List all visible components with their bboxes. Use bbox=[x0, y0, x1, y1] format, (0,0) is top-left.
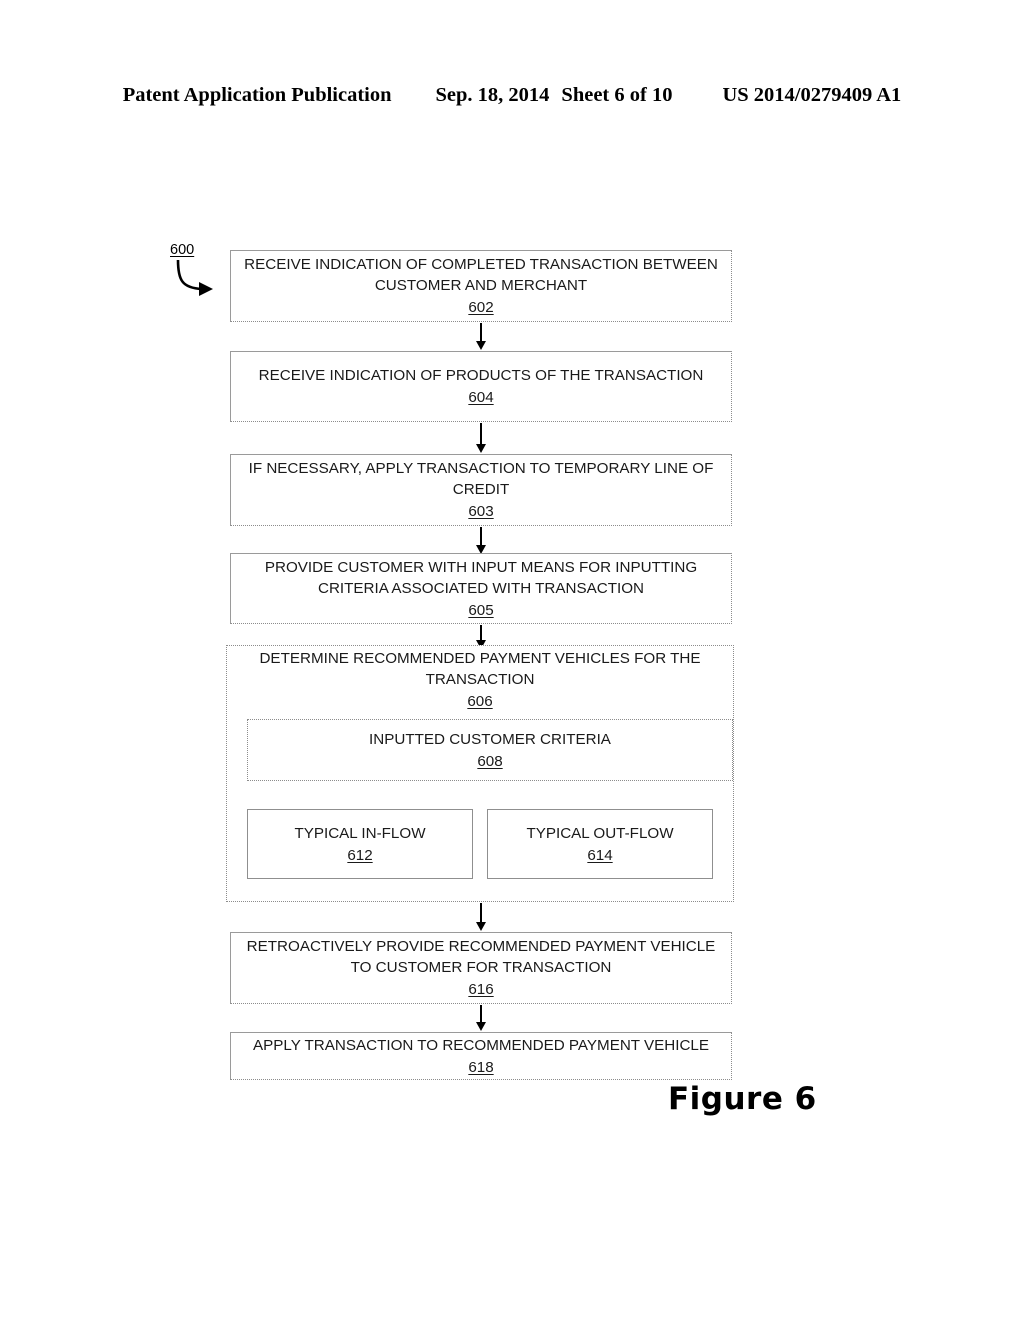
substep-box-612: TYPICAL IN-FLOW 612 bbox=[247, 809, 473, 879]
step-605-text: PROVIDE CUSTOMER WITH INPUT MEANS FOR IN… bbox=[264, 558, 698, 597]
step-618-text: APPLY TRANSACTION TO RECOMMENDED PAYMENT… bbox=[253, 1036, 709, 1054]
step-616-number: 616 bbox=[468, 981, 494, 998]
step-602-number: 602 bbox=[468, 299, 494, 316]
substep-612-number: 612 bbox=[347, 846, 373, 864]
step-604-text: RECEIVE INDICATION OF PRODUCTS OF THE TR… bbox=[258, 367, 704, 384]
step-602-text: RECEIVE INDICATION OF COMPLETED TRANSACT… bbox=[244, 256, 718, 294]
substep-608-text: INPUTTED CUSTOMER CRITERIA bbox=[369, 730, 611, 748]
connector-arrow-606-616 bbox=[480, 903, 482, 923]
step-box-606-container: DETERMINE RECOMMENDED PAYMENT VEHICLES F… bbox=[226, 645, 734, 902]
connector-arrow-602-604 bbox=[480, 323, 482, 342]
step-606-header: DETERMINE RECOMMENDED PAYMENT VEHICLES F… bbox=[227, 646, 733, 714]
step-618-number: 618 bbox=[468, 1058, 494, 1076]
connector-arrow-605-606 bbox=[480, 625, 482, 641]
substep-614-text: TYPICAL OUT-FLOW bbox=[526, 824, 674, 842]
step-box-616: RETROACTIVELY PROVIDE RECOMMENDED PAYMEN… bbox=[230, 932, 732, 1004]
substep-608-number: 608 bbox=[477, 752, 503, 770]
connector-arrow-616-618 bbox=[480, 1005, 482, 1023]
flowchart-diagram: 600 RECEIVE INDICATION OF COMPLETED TRAN… bbox=[0, 0, 1024, 1320]
substep-box-608: INPUTTED CUSTOMER CRITERIA 608 bbox=[247, 719, 733, 781]
step-box-605: PROVIDE CUSTOMER WITH INPUT MEANS FOR IN… bbox=[230, 553, 732, 624]
reference-curved-arrow-icon bbox=[176, 259, 213, 296]
step-604-number: 604 bbox=[468, 389, 494, 406]
step-606-number: 606 bbox=[467, 693, 493, 710]
substep-612-text: TYPICAL IN-FLOW bbox=[294, 824, 426, 842]
substep-box-614: TYPICAL OUT-FLOW 614 bbox=[487, 809, 713, 879]
diagram-reference-numeral: 600 bbox=[170, 242, 195, 258]
step-616-text: RETROACTIVELY PROVIDE RECOMMENDED PAYMEN… bbox=[246, 938, 716, 976]
connector-arrow-604-603 bbox=[480, 423, 482, 445]
step-605-number: 605 bbox=[468, 601, 494, 619]
figure-caption: Figure 6 bbox=[668, 1081, 817, 1117]
step-603-number: 603 bbox=[468, 503, 494, 520]
step-box-618: APPLY TRANSACTION TO RECOMMENDED PAYMENT… bbox=[230, 1032, 732, 1080]
step-box-602: RECEIVE INDICATION OF COMPLETED TRANSACT… bbox=[230, 250, 732, 322]
step-603-text: IF NECESSARY, APPLY TRANSACTION TO TEMPO… bbox=[248, 460, 714, 498]
step-606-text: DETERMINE RECOMMENDED PAYMENT VEHICLES F… bbox=[259, 650, 701, 688]
step-box-603: IF NECESSARY, APPLY TRANSACTION TO TEMPO… bbox=[230, 454, 732, 526]
substep-614-number: 614 bbox=[587, 846, 613, 864]
step-box-604: RECEIVE INDICATION OF PRODUCTS OF THE TR… bbox=[230, 351, 732, 422]
connector-arrow-603-605 bbox=[480, 527, 482, 546]
